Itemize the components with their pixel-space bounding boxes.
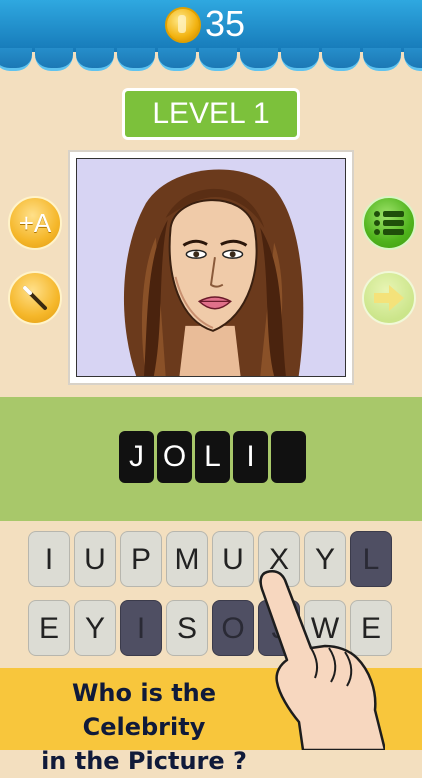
cartoon-portrait: [77, 159, 345, 376]
remove-letters-button[interactable]: [8, 271, 62, 325]
reveal-letter-label: +A: [18, 207, 52, 238]
picture-frame: [68, 150, 354, 385]
gold-coin-icon: [165, 7, 201, 43]
arrow-right-icon: [374, 285, 404, 311]
letter-key[interactable]: P: [120, 531, 162, 587]
banner-text: Who is the Celebrity in the Picture ?: [14, 676, 274, 778]
list-menu-icon: [374, 211, 404, 235]
answer-slot[interactable]: O: [157, 431, 192, 483]
pointing-hand-icon: [259, 570, 385, 750]
level-badge: LEVEL 1: [122, 88, 300, 140]
banner-line-1: Who is the Celebrity: [71, 679, 217, 741]
answer-slot[interactable]: I: [233, 431, 268, 483]
awning-scallop: [0, 48, 422, 74]
letter-key[interactable]: E: [28, 600, 70, 656]
letter-key[interactable]: S: [166, 600, 208, 656]
letter-key[interactable]: Y: [74, 600, 116, 656]
answer-slot[interactable]: [271, 431, 306, 483]
banner-line-2: in the Picture ?: [41, 747, 247, 775]
letter-key[interactable]: U: [74, 531, 116, 587]
letter-key[interactable]: I: [120, 600, 162, 656]
answer-slot[interactable]: L: [195, 431, 230, 483]
menu-button[interactable]: [362, 196, 416, 250]
answer-slots: J O L I: [119, 431, 306, 483]
answer-slot[interactable]: J: [119, 431, 154, 483]
coin-count: 35: [205, 3, 246, 44]
reveal-letter-button[interactable]: +A: [8, 196, 62, 250]
top-bar: 35: [0, 0, 422, 52]
letter-key[interactable]: M: [166, 531, 208, 587]
next-button[interactable]: [362, 271, 416, 325]
wand-icon: [23, 286, 47, 310]
celebrity-picture: [76, 158, 346, 377]
letter-key[interactable]: I: [28, 531, 70, 587]
